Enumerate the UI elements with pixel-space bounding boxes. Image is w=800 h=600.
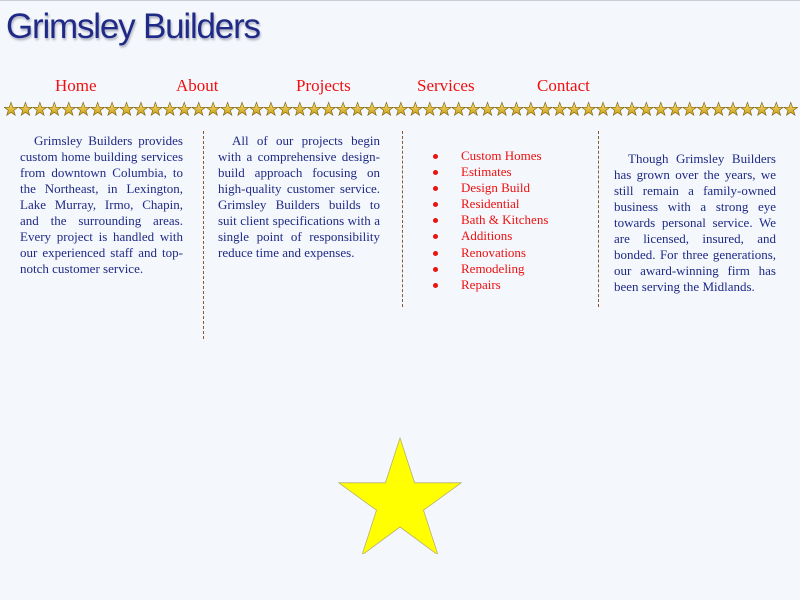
gold-star-icon xyxy=(537,101,553,117)
gold-star-icon xyxy=(147,101,164,117)
gold-star-icon xyxy=(450,101,467,117)
star-border xyxy=(4,100,798,118)
gold-star-icon xyxy=(4,101,19,117)
gold-star-icon xyxy=(696,101,712,117)
column-divider xyxy=(402,131,403,307)
gold-star-icon xyxy=(739,101,756,117)
nav-projects[interactable]: Projects xyxy=(296,76,351,96)
gold-star-icon xyxy=(653,101,669,117)
gold-star-icon xyxy=(667,101,683,117)
projects-text: All of our projects begin with a compreh… xyxy=(218,133,380,260)
gold-star-icon xyxy=(234,101,250,117)
gold-star-icon xyxy=(624,101,640,117)
gold-star-icon xyxy=(465,101,481,117)
gold-star-icon xyxy=(32,101,48,117)
gold-star-icon xyxy=(277,101,294,117)
gold-star-icon xyxy=(754,101,770,117)
column-divider xyxy=(598,131,599,307)
nav-home[interactable]: Home xyxy=(55,76,97,96)
column-divider xyxy=(203,131,204,339)
gold-star-icon xyxy=(768,101,785,117)
gold-star-icon xyxy=(292,101,308,117)
gold-star-icon xyxy=(580,101,597,117)
gold-star-icon xyxy=(191,101,207,117)
service-item[interactable]: Residential xyxy=(431,196,591,212)
gold-star-icon xyxy=(306,101,322,117)
gold-star-icon xyxy=(46,101,63,117)
about-text: Though Grimsley Builders has grown over … xyxy=(614,151,776,294)
gold-star-icon xyxy=(75,101,91,117)
gold-star-icon xyxy=(335,101,351,117)
gold-star-icon xyxy=(205,101,221,117)
gold-star-icon xyxy=(407,101,424,117)
gold-star-icon xyxy=(436,101,452,117)
gold-star-icon xyxy=(609,101,626,117)
gold-star-icon-row xyxy=(4,101,798,117)
nav-services[interactable]: Services xyxy=(417,76,475,96)
gold-star-icon xyxy=(422,101,438,117)
gold-star-icon xyxy=(508,101,525,117)
gold-star-icon xyxy=(523,101,539,117)
gold-star-icon xyxy=(248,101,265,117)
gold-star-icon xyxy=(61,101,77,117)
gold-star-icon xyxy=(494,101,510,117)
site-logo[interactable]: Grimsley Builders xyxy=(6,7,261,47)
service-item[interactable]: Estimates xyxy=(431,164,591,180)
gold-star-icon xyxy=(725,101,741,117)
service-item[interactable]: Remodeling xyxy=(431,261,591,277)
gold-star-icon xyxy=(783,101,798,117)
service-item[interactable]: Custom Homes xyxy=(431,148,591,164)
gold-star-icon xyxy=(176,101,192,117)
gold-star-icon xyxy=(552,101,568,117)
gold-star-icon xyxy=(219,101,236,117)
main-nav: Home About Projects Services Contact xyxy=(0,76,800,100)
gold-star-icon xyxy=(638,101,655,117)
gold-star-icon xyxy=(133,101,149,117)
service-item[interactable]: Renovations xyxy=(431,245,591,261)
service-item[interactable]: Repairs xyxy=(431,277,591,293)
gold-star-icon xyxy=(681,101,698,117)
gold-star-icon xyxy=(364,101,380,117)
intro-text: Grimsley Builders provides custom home b… xyxy=(20,133,183,276)
yellow-star-icon xyxy=(338,436,462,554)
gold-star-icon xyxy=(349,101,366,117)
gold-star-icon xyxy=(162,101,178,117)
projects-column: All of our projects begin with a compreh… xyxy=(218,133,380,261)
services-column: Custom Homes Estimates Design Build Resi… xyxy=(431,148,591,293)
gold-star-icon xyxy=(104,101,120,117)
gold-star-icon xyxy=(566,101,582,117)
gold-star-icon xyxy=(595,101,611,117)
gold-star-icon xyxy=(17,101,34,117)
gold-star-icon xyxy=(89,101,106,117)
services-list: Custom Homes Estimates Design Build Resi… xyxy=(431,148,591,293)
nav-about[interactable]: About xyxy=(176,76,219,96)
gold-star-icon xyxy=(393,101,409,117)
gold-star-icon xyxy=(320,101,337,117)
gold-star-icon xyxy=(118,101,135,117)
service-item[interactable]: Design Build xyxy=(431,180,591,196)
gold-star-icon xyxy=(710,101,727,117)
nav-contact[interactable]: Contact xyxy=(537,76,590,96)
gold-star-icon xyxy=(479,101,496,117)
service-item[interactable]: Additions xyxy=(431,228,591,244)
service-item[interactable]: Bath & Kitchens xyxy=(431,212,591,228)
about-column: Though Grimsley Builders has grown over … xyxy=(614,151,776,295)
intro-column: Grimsley Builders provides custom home b… xyxy=(20,133,183,277)
gold-star-icon xyxy=(263,101,279,117)
gold-star-icon xyxy=(378,101,395,117)
